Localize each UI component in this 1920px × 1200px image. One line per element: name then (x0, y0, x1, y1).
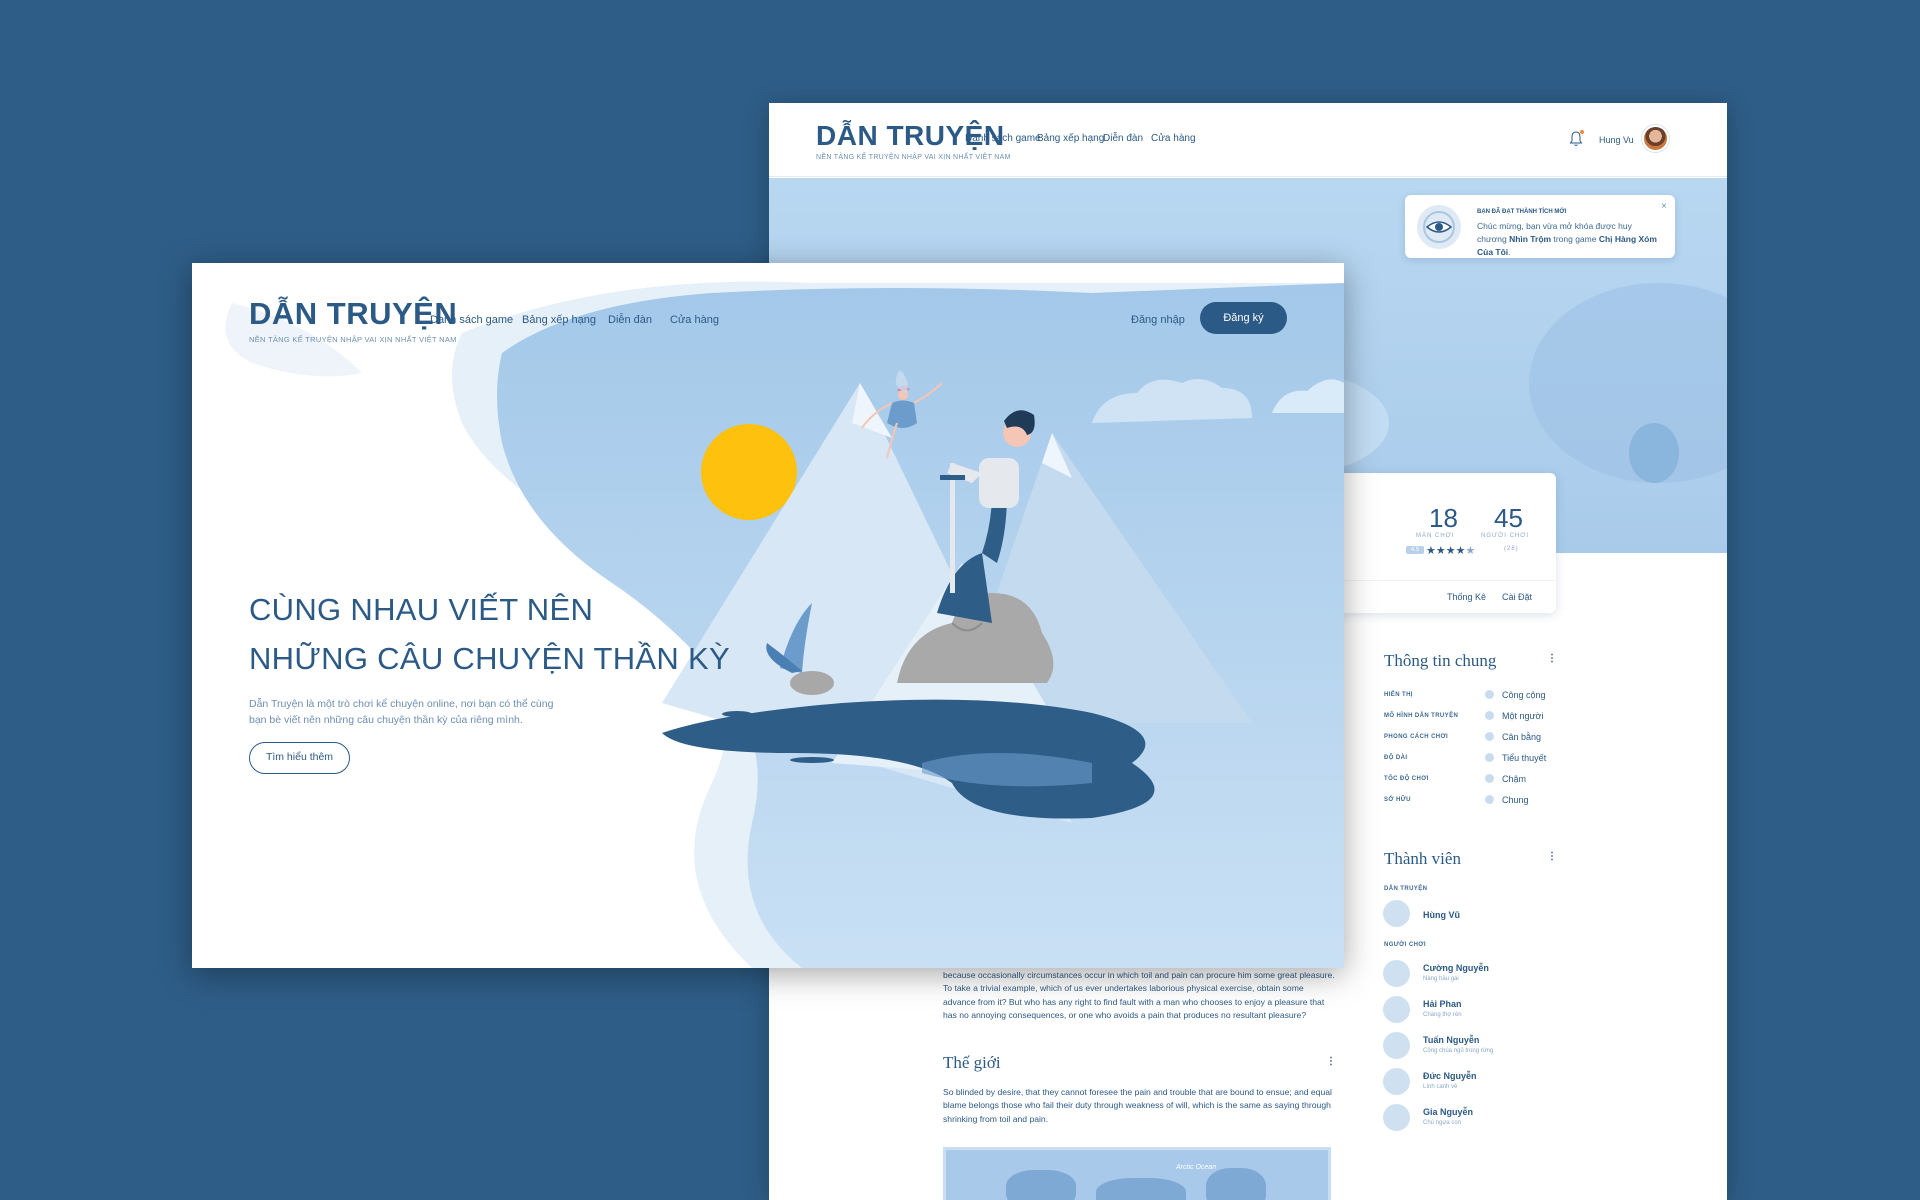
info-key-narration: MÔ HÌNH DẪN TRUYỆN (1384, 713, 1459, 719)
info-key-length: ĐỘ DÀI (1384, 755, 1408, 761)
world-title: Thế giới (943, 1053, 1001, 1072)
landing-page: DẪN TRUYỆN NỀN TẢNG KỂ TRUYỆN NHẬP VAI X… (192, 263, 1344, 968)
member-role: Chú ngựa con (1423, 1120, 1462, 1126)
info-key-speed: TỐC ĐỘ CHƠI (1384, 776, 1429, 782)
nav-leaderboard[interactable]: Bảng xếp hạng (522, 314, 596, 326)
tab-statistics[interactable]: Thống Kê (1447, 592, 1486, 602)
member-role: Nàng hầu gái (1423, 976, 1459, 982)
narrator-label: DẪN TRUYỆN (1384, 886, 1428, 892)
avatar[interactable] (1383, 900, 1410, 927)
players-group-label: NGƯỜI CHƠI (1384, 942, 1426, 948)
notification-dot (1580, 130, 1584, 134)
avatar[interactable] (1383, 1068, 1410, 1095)
hero-headline: CÙNG NHAU VIẾT NÊN NHỮNG CÂU CHUYỆN THẦN… (249, 585, 769, 683)
brand-logo[interactable]: DẪN TRUYỆN (249, 296, 457, 332)
info-value-narration: Một người (1502, 711, 1544, 721)
map-landmass (1006, 1170, 1076, 1200)
book-icon (1485, 753, 1494, 762)
rating-stars: ★★★★★ (1426, 544, 1475, 557)
nav-forum[interactable]: Diễn đàn (1103, 133, 1143, 144)
world-map[interactable]: Arctic Ocean (943, 1147, 1331, 1200)
info-key-play-style: PHONG CÁCH CHƠI (1384, 734, 1449, 740)
map-landmass (1206, 1168, 1266, 1200)
member-name[interactable]: Hùng Vũ (1423, 910, 1460, 920)
story-paragraph: because occasionally circumstances occur… (943, 970, 1335, 1020)
achievement-notification: BẠN ĐÃ ĐẠT THÀNH TÍCH MỚI Chúc mừng, bạn… (1405, 195, 1675, 258)
chapters-count: 18 (1429, 503, 1458, 533)
nav-forum[interactable]: Diễn đàn (608, 314, 652, 326)
member-name[interactable]: Tuấn Nguyễn (1423, 1035, 1479, 1045)
headline-line-1: CÙNG NHAU VIẾT NÊN (249, 592, 594, 627)
avatar[interactable] (1383, 1104, 1410, 1131)
hero-description: Dẫn Truyện là một trò chơi kể chuyện onl… (249, 698, 554, 726)
nav-game-list[interactable]: Danh sách game (965, 133, 1041, 144)
member-role: Công chúa ngủ trong rừng (1423, 1048, 1494, 1054)
login-link[interactable]: Đăng nhập (1131, 314, 1185, 326)
eye-icon (1417, 205, 1461, 249)
info-key-ownership: SỞ HỮU (1384, 797, 1411, 803)
players-count: 45 (1494, 503, 1523, 533)
brand-tagline: NỀN TẢNG KỂ TRUYỆN NHẬP VAI XỊN NHẤT VIỆ… (249, 335, 457, 344)
nav-store[interactable]: Cửa hàng (1151, 133, 1196, 144)
signup-button[interactable]: Đăng ký (1200, 302, 1287, 334)
map-label: Arctic Ocean (1176, 1164, 1217, 1171)
info-value-visibility: Công cộng (1502, 690, 1546, 700)
sun (701, 424, 797, 520)
member-name[interactable]: Gia Nguyễn (1423, 1107, 1473, 1117)
user-icon (1485, 711, 1494, 720)
close-icon[interactable]: × (1661, 201, 1667, 212)
nav-leaderboard[interactable]: Bảng xếp hạng (1037, 133, 1104, 144)
general-info-title: Thông tin chung (1384, 651, 1497, 670)
info-key-visibility: HIỂN THỊ (1384, 692, 1413, 698)
rating-count: (28) (1504, 546, 1519, 552)
member-name[interactable]: Đức Nguyễn (1423, 1071, 1477, 1081)
players-label: NGƯỜI CHƠI (1481, 533, 1530, 539)
share-icon (1485, 795, 1494, 804)
avatar[interactable] (1383, 960, 1410, 987)
more-options-icon[interactable]: ⋮ (1547, 851, 1557, 862)
cover-decoration (1629, 423, 1679, 483)
badge-name: Nhìn Trộm (1509, 234, 1552, 244)
rating-badge: 4.5 (1406, 546, 1424, 554)
more-options-icon[interactable]: ⋮ (1547, 653, 1557, 664)
user-name[interactable]: Hung Vu (1599, 135, 1634, 145)
notification-message: Chúc mừng, bạn vừa mở khóa được huy chươ… (1477, 221, 1657, 257)
map-landmass (1096, 1178, 1186, 1200)
divider (1334, 580, 1556, 581)
balance-icon (1485, 732, 1494, 741)
member-name[interactable]: Cường Nguyễn (1423, 963, 1489, 973)
members-title: Thành viên (1384, 849, 1461, 868)
info-value-play-style: Cân bằng (1502, 732, 1542, 742)
avatar[interactable] (1383, 1032, 1410, 1059)
notification-title: BẠN ĐÃ ĐẠT THÀNH TÍCH MỚI (1477, 209, 1567, 215)
top-navigation: DẪN TRUYỆN NỀN TẢNG KỂ TRUYỆN NHẬP VAI X… (769, 103, 1727, 177)
info-value-ownership: Chung (1502, 795, 1529, 805)
nav-game-list[interactable]: Danh sách game (430, 314, 513, 326)
member-role: Chàng thợ rèn (1423, 1012, 1462, 1018)
member-role: Lính canh về (1423, 1084, 1458, 1090)
info-value-length: Tiểu thuyết (1502, 753, 1547, 763)
avatar[interactable] (1383, 996, 1410, 1023)
half-star-icon: ★ (1465, 545, 1476, 557)
info-value-speed: Chậm (1502, 774, 1527, 784)
more-options-icon[interactable]: ⋮ (1326, 1056, 1336, 1067)
world-paragraph: So blinded by desire, that they cannot f… (943, 1087, 1332, 1124)
globe-icon (1485, 690, 1494, 699)
turtle-icon (1485, 774, 1494, 783)
tab-settings[interactable]: Cài Đặt (1502, 592, 1532, 602)
learn-more-button[interactable]: Tìm hiểu thêm (249, 742, 350, 774)
chapters-label: MÀN CHƠI (1416, 533, 1455, 539)
game-stats-card: 18 MÀN CHƠI 45 NGƯỜI CHƠI 4.5 ★★★★★ (28)… (1334, 473, 1556, 613)
user-avatar[interactable] (1642, 125, 1669, 152)
nav-store[interactable]: Cửa hàng (670, 314, 719, 326)
brand-tagline: NỀN TẢNG KỂ TRUYỆN NHẬP VAI XỊN NHẤT VIỆ… (816, 154, 1011, 161)
member-name[interactable]: Hải Phan (1423, 999, 1462, 1009)
star-icon: ★★★★ (1426, 545, 1466, 557)
headline-line-2: NHỮNG CÂU CHUYỆN THẦN KỲ (249, 641, 730, 676)
